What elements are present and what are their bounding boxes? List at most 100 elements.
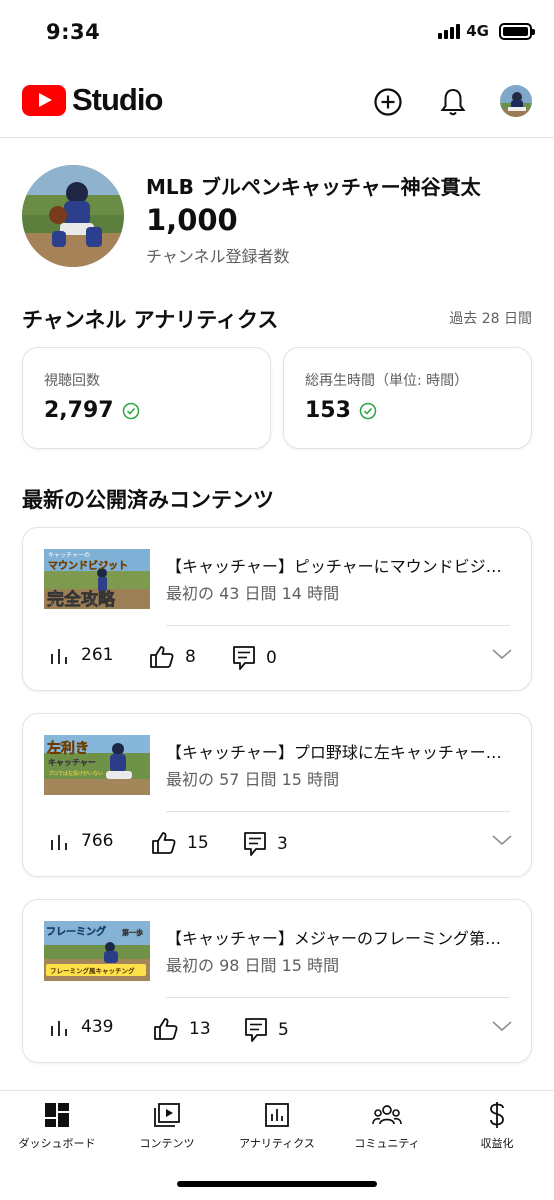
likes-stat: 8 — [149, 645, 196, 669]
logo-text: Studio — [72, 82, 163, 117]
expand-button[interactable] — [491, 646, 513, 665]
metric-value: 153 — [305, 398, 351, 423]
views-stat: 766 — [49, 831, 113, 851]
content-card[interactable]: フレーミング 第一歩 フレーミング風キャッチング 【キャッチャー】メジャーのフレ… — [22, 899, 532, 1063]
content-subtitle: 最初の 98 日間 15 時間 — [166, 956, 340, 975]
views-count: 261 — [81, 645, 114, 665]
bell-icon — [440, 88, 466, 116]
card-divider — [166, 811, 510, 812]
thumb-caption: マウンドビジット — [48, 559, 128, 572]
chevron-down-icon — [492, 649, 512, 660]
metric-value: 2,797 — [44, 398, 114, 423]
status-indicators: 4G — [438, 22, 535, 40]
comment-icon — [245, 1018, 267, 1042]
app-header: Studio — [0, 66, 554, 138]
channel-summary: MLB ブルペンキャッチャー神谷貫太 1,000 チャンネル登録者数 — [22, 165, 532, 270]
content-card[interactable]: キャッチャーの マウンドビジット 完全攻略 【キャッチャー】ピッチャーにマウンド… — [22, 527, 532, 691]
network-type: 4G — [466, 22, 489, 40]
likes-count: 15 — [187, 833, 209, 853]
comments-stat: 5 — [244, 1017, 289, 1043]
account-avatar[interactable] — [500, 85, 532, 117]
content-subtitle: 最初の 57 日間 15 時間 — [166, 770, 340, 789]
subscriber-label: チャンネル登録者数 — [146, 247, 290, 266]
nav-content[interactable]: コンテンツ — [112, 1101, 222, 1161]
expand-button[interactable] — [491, 832, 513, 851]
comment-icon — [244, 832, 266, 856]
comments-count: 5 — [278, 1020, 289, 1040]
nav-analytics[interactable]: アナリティクス — [222, 1101, 332, 1161]
thumb-caption: 左利き — [46, 740, 89, 757]
nav-label: コンテンツ — [139, 1137, 195, 1150]
create-button[interactable] — [372, 86, 404, 118]
channel-name: MLB ブルペンキャッチャー神谷貫太 — [146, 175, 481, 199]
studio-logo[interactable]: Studio — [22, 82, 163, 118]
views-count: 766 — [81, 831, 114, 851]
content-title: 【キャッチャー】メジャーのフレーミング第一歩 — [166, 929, 511, 948]
thumbs-up-icon — [150, 646, 174, 668]
comment-icon — [233, 646, 255, 670]
thumb-caption: フレーミング風キャッチング — [50, 966, 135, 975]
analytics-icon — [264, 1101, 290, 1129]
content-icon — [153, 1101, 181, 1129]
content-card[interactable]: 左利き キャッチャー プロでは左投げがいない 【キャッチャー】プロ野球に左キャッ… — [22, 713, 532, 877]
battery-icon — [499, 22, 535, 40]
bar-chart-icon — [51, 649, 67, 664]
check-circle-icon — [122, 402, 139, 419]
thumb-caption: フレーミング — [46, 925, 106, 938]
thumb-caption: 第一歩 — [122, 928, 143, 937]
comments-stat: 3 — [243, 831, 288, 857]
signal-icon — [438, 23, 461, 39]
nav-monetization[interactable]: 収益化 — [442, 1101, 552, 1161]
likes-count: 8 — [185, 647, 196, 667]
likes-stat: 15 — [151, 831, 209, 855]
nav-dashboard[interactable]: ダッシュボード — [2, 1101, 112, 1161]
thumbs-up-icon — [154, 1018, 178, 1040]
nav-community[interactable]: コミュニティ — [332, 1101, 442, 1161]
likes-count: 13 — [189, 1019, 211, 1039]
video-thumbnail[interactable]: フレーミング 第一歩 フレーミング風キャッチング — [44, 921, 150, 981]
channel-avatar[interactable] — [22, 165, 124, 267]
video-thumbnail[interactable]: 左利き キャッチャー プロでは左投げがいない — [44, 735, 150, 795]
notifications-button[interactable] — [437, 86, 469, 118]
nav-label: ダッシュボード — [18, 1137, 96, 1150]
thumb-caption: プロでは左投げがいない — [48, 770, 103, 777]
card-divider — [166, 997, 510, 998]
status-time: 9:34 — [46, 20, 101, 44]
dollar-icon — [487, 1101, 507, 1129]
likes-stat: 13 — [153, 1017, 211, 1041]
content-title: 【キャッチャー】ピッチャーにマウンドビジットで完全攻略 — [166, 557, 511, 576]
chevron-down-icon — [492, 835, 512, 846]
comments-count: 3 — [277, 834, 288, 854]
metric-label: 総再生時間（単位: 時間） — [305, 373, 469, 389]
bar-chart-icon — [51, 1021, 67, 1036]
expand-button[interactable] — [491, 1018, 513, 1037]
video-thumbnail[interactable]: キャッチャーの マウンドビジット 完全攻略 — [44, 549, 150, 609]
metric-value-row: 2,797 — [44, 398, 140, 423]
dashboard-icon — [44, 1101, 70, 1129]
watch-time-metric-card[interactable]: 総再生時間（単位: 時間） 153 — [283, 347, 532, 449]
check-circle-icon — [359, 402, 377, 419]
analytics-period: 過去 28 日間 — [449, 311, 532, 327]
add-circle-icon — [374, 88, 402, 116]
metric-value-row: 153 — [305, 398, 377, 423]
views-metric-card[interactable]: 視聴回数 2,797 — [22, 347, 271, 449]
home-indicator[interactable] — [177, 1181, 377, 1187]
thumb-caption: キャッチャーの — [48, 552, 90, 559]
comments-count: 0 — [266, 648, 277, 668]
status-bar: 9:34 4G — [0, 0, 554, 66]
views-stat: 261 — [49, 645, 113, 665]
nav-label: アナリティクス — [239, 1137, 315, 1150]
thumb-caption: キャッチャー — [48, 758, 96, 767]
metric-label: 視聴回数 — [44, 373, 100, 389]
content-subtitle: 最初の 43 日間 14 時間 — [166, 584, 340, 603]
chevron-down-icon — [492, 1021, 512, 1032]
community-icon — [372, 1101, 402, 1129]
thumb-caption: 完全攻略 — [47, 589, 116, 609]
nav-label: 収益化 — [480, 1137, 514, 1150]
latest-content-title: 最新の公開済みコンテンツ — [22, 488, 274, 512]
analytics-title: チャンネル アナリティクス — [22, 308, 279, 332]
views-count: 439 — [81, 1017, 114, 1037]
nav-label: コミュニティ — [354, 1137, 420, 1150]
subscriber-count: 1,000 — [146, 203, 238, 237]
views-stat: 439 — [49, 1017, 113, 1037]
